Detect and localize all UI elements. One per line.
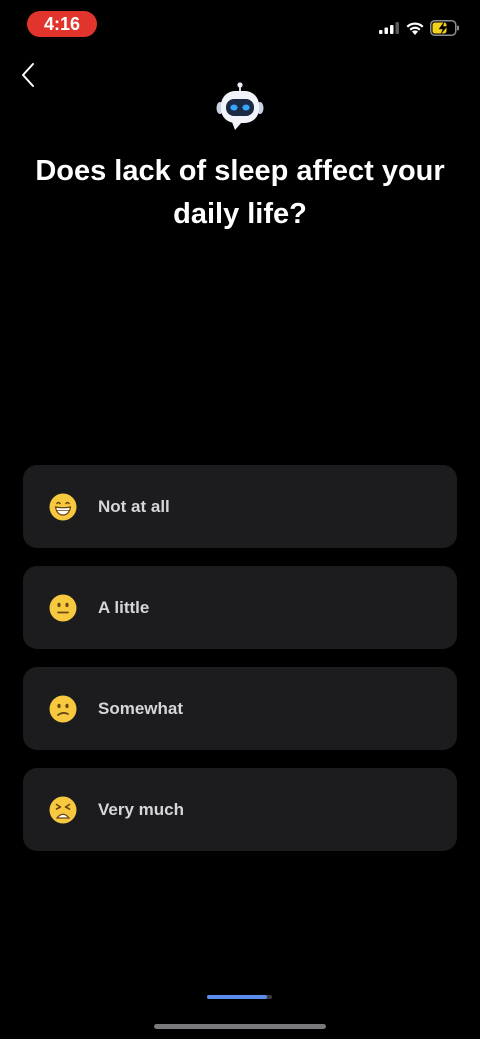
chevron-left-icon <box>22 63 34 87</box>
option-very-much[interactable]: Very much <box>23 768 457 851</box>
status-time: 4:16 <box>27 11 97 37</box>
tired-face-icon <box>49 796 77 824</box>
battery-charging-icon <box>430 20 459 36</box>
grinning-face-icon <box>49 493 77 521</box>
progress-fill <box>207 995 267 999</box>
wifi-icon <box>406 22 424 35</box>
option-not-at-all[interactable]: Not at all <box>23 465 457 548</box>
option-label: Very much <box>98 799 184 819</box>
option-label: Not at all <box>98 496 170 516</box>
option-label: Somewhat <box>98 698 184 718</box>
cellular-signal-icon <box>379 22 399 34</box>
neutral-face-icon <box>49 594 77 622</box>
question-title: Does lack of sleep affect your daily lif… <box>35 155 445 230</box>
back-button[interactable] <box>14 60 42 90</box>
robot-icon <box>216 82 264 130</box>
progress-bar <box>207 995 272 999</box>
status-bar: 4:16 <box>0 0 480 48</box>
confused-face-icon <box>49 695 77 723</box>
option-a-little[interactable]: A little <box>23 566 457 649</box>
home-indicator <box>154 1024 326 1029</box>
option-label: A little <box>98 597 150 617</box>
option-somewhat[interactable]: Somewhat <box>23 667 457 750</box>
